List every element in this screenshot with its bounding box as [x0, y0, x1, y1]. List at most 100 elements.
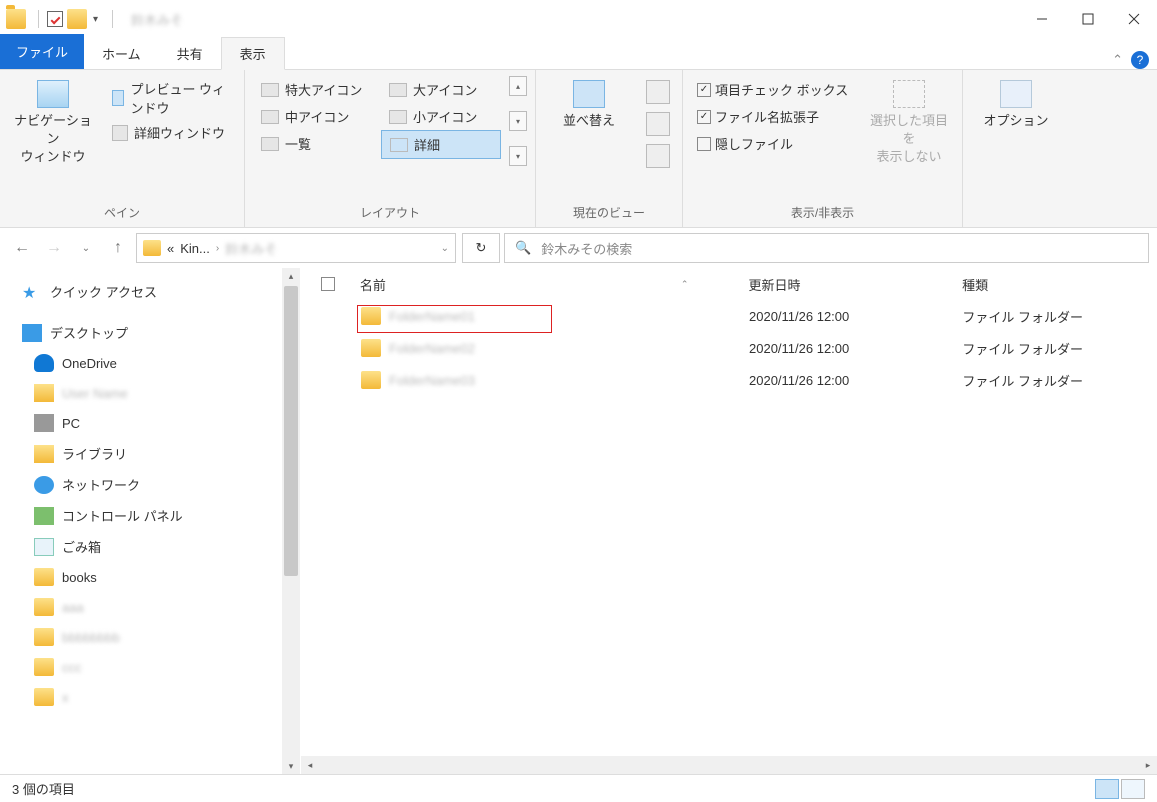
table-row[interactable]: FolderName022020/11/26 12:00ファイル フォルダー — [301, 332, 1157, 364]
tab-home[interactable]: ホーム — [84, 38, 159, 69]
tree-desktop[interactable]: デスクトップ — [20, 317, 274, 348]
search-box[interactable]: 🔍 鈴木みその検索 — [504, 233, 1149, 263]
tree-control[interactable]: コントロール パネル — [20, 500, 274, 531]
col-name[interactable]: 名前⌃ — [360, 275, 749, 294]
group-options: オプション — [963, 70, 1069, 227]
layout-medium[interactable]: 中アイコン — [253, 103, 373, 130]
minimize-button[interactable] — [1019, 3, 1065, 35]
tree-scrollbar[interactable]: ▴ ▾ — [282, 268, 300, 774]
ribbon: ナビゲーション ウィンドウ プレビュー ウィンドウ 詳細ウィンドウ ペイン 特大… — [0, 70, 1157, 228]
status-bar: 3 個の項目 — [0, 774, 1157, 802]
tree-pc[interactable]: PC — [20, 408, 274, 438]
pc-icon — [34, 414, 54, 432]
folder-icon — [34, 688, 54, 706]
separator — [38, 10, 39, 28]
file-date: 2020/11/26 12:00 — [749, 309, 962, 324]
breadcrumb[interactable]: « — [167, 241, 174, 256]
file-name: FolderName02 — [389, 341, 475, 356]
tree-books[interactable]: books — [20, 562, 274, 592]
sort-indicator-icon: ⌃ — [681, 279, 689, 290]
control-icon — [34, 507, 54, 525]
app-folder-icon — [6, 9, 26, 29]
table-row[interactable]: FolderName032020/11/26 12:00ファイル フォルダー — [301, 364, 1157, 396]
tree-item[interactable]: ccc — [20, 652, 274, 682]
folder-icon — [34, 598, 54, 616]
tree-trash[interactable]: ごみ箱 — [20, 531, 274, 562]
tree-quickaccess[interactable]: ★クイック アクセス — [20, 276, 274, 307]
group-currentview: 並べ替え 現在のビュー — [536, 70, 683, 227]
navbar: ← → ⌄ ↑ « Kin... › 鈴木みそ ⌄ ↻ 🔍 鈴木みその検索 — [0, 228, 1157, 268]
layout-list[interactable]: 一覧 — [253, 130, 373, 157]
titlebar: ▾ 鈴木みそ — [0, 0, 1157, 38]
view-thumbs-button[interactable] — [1121, 779, 1145, 799]
check-itemcheckboxes[interactable]: ✓項目チェック ボックス — [691, 76, 856, 103]
breadcrumb-item[interactable]: Kin... — [180, 241, 210, 256]
collapse-ribbon-icon[interactable]: ⌃ — [1112, 52, 1123, 68]
group-panes: ナビゲーション ウィンドウ プレビュー ウィンドウ 詳細ウィンドウ ペイン — [0, 70, 245, 227]
breadcrumb-item[interactable]: 鈴木みそ — [225, 239, 277, 258]
trash-icon — [34, 538, 54, 556]
window-title: 鈴木みそ — [131, 10, 183, 29]
check-extensions[interactable]: ✓ファイル名拡張子 — [691, 103, 856, 130]
layout-spin[interactable]: ▴▾▾ — [509, 76, 527, 166]
tree-item[interactable]: x — [20, 682, 274, 712]
fitcol-icon[interactable] — [646, 144, 670, 168]
folder-icon — [34, 568, 54, 586]
nav-tree: ★クイック アクセス デスクトップ OneDrive User Name PC … — [0, 268, 300, 774]
network-icon — [34, 476, 54, 494]
view-details-button[interactable] — [1095, 779, 1119, 799]
horizontal-scrollbar[interactable]: ◂▸ — [301, 756, 1157, 774]
preview-pane-button[interactable]: プレビュー ウィンドウ — [106, 76, 236, 120]
layout-small[interactable]: 小アイコン — [381, 103, 501, 130]
forward-button[interactable]: → — [40, 234, 68, 262]
layout-details[interactable]: 詳細 — [381, 130, 501, 159]
group-showhide: ✓項目チェック ボックス ✓ファイル名拡張子 隠しファイル 選択した項目を 表示… — [683, 70, 963, 227]
qat-newfolder-icon[interactable] — [67, 9, 87, 29]
addcol-icon[interactable] — [646, 80, 670, 104]
file-date: 2020/11/26 12:00 — [749, 373, 962, 388]
tab-view[interactable]: 表示 — [221, 37, 285, 70]
qat-properties-icon[interactable] — [47, 11, 63, 27]
address-bar[interactable]: « Kin... › 鈴木みそ ⌄ — [136, 233, 456, 263]
recent-dropdown[interactable]: ⌄ — [72, 234, 100, 262]
qat-dropdown[interactable]: ▾ — [93, 14, 98, 25]
layout-large[interactable]: 大アイコン — [381, 76, 501, 103]
tree-library[interactable]: ライブラリ — [20, 438, 274, 469]
tree-item[interactable]: bbbbbbbb — [20, 622, 274, 652]
sort-button[interactable]: 並べ替え — [544, 76, 634, 134]
close-button[interactable] — [1111, 3, 1157, 35]
refresh-button[interactable]: ↻ — [462, 233, 500, 263]
maximize-button[interactable] — [1065, 3, 1111, 35]
tree-network[interactable]: ネットワーク — [20, 469, 274, 500]
file-type: ファイル フォルダー — [962, 339, 1137, 358]
help-icon[interactable]: ? — [1131, 51, 1149, 69]
col-date[interactable]: 更新日時 — [748, 275, 962, 294]
status-text: 3 個の項目 — [12, 779, 75, 798]
tree-item[interactable]: aaa — [20, 592, 274, 622]
separator — [112, 10, 113, 28]
hide-selected-button[interactable]: 選択した項目を 表示しない — [864, 76, 954, 171]
options-button[interactable]: オプション — [971, 76, 1061, 134]
tree-onedrive[interactable]: OneDrive — [20, 348, 274, 378]
group-label: レイアウト — [253, 200, 527, 225]
addr-dropdown[interactable]: ⌄ — [441, 243, 449, 254]
chevron-right-icon[interactable]: › — [216, 243, 219, 254]
back-button[interactable]: ← — [8, 234, 36, 262]
check-hidden[interactable]: 隠しファイル — [691, 130, 856, 157]
table-row[interactable]: FolderName012020/11/26 12:00ファイル フォルダー — [301, 300, 1157, 332]
sizecol-icon[interactable] — [646, 112, 670, 136]
group-label: 現在のビュー — [544, 200, 674, 225]
layout-xlarge[interactable]: 特大アイコン — [253, 76, 373, 103]
cloud-icon — [34, 354, 54, 372]
tab-file[interactable]: ファイル — [0, 34, 84, 69]
folder-icon — [143, 240, 161, 256]
nav-pane-button[interactable]: ナビゲーション ウィンドウ — [8, 76, 98, 171]
col-type[interactable]: 種類 — [962, 275, 1137, 294]
details-pane-button[interactable]: 詳細ウィンドウ — [106, 120, 236, 145]
selectall-checkbox[interactable] — [321, 277, 335, 291]
up-button[interactable]: ↑ — [104, 234, 132, 262]
tab-share[interactable]: 共有 — [159, 38, 221, 69]
folder-icon — [34, 658, 54, 676]
ribbon-tabs: ファイル ホーム 共有 表示 ⌃ ? — [0, 38, 1157, 70]
tree-user[interactable]: User Name — [20, 378, 274, 408]
